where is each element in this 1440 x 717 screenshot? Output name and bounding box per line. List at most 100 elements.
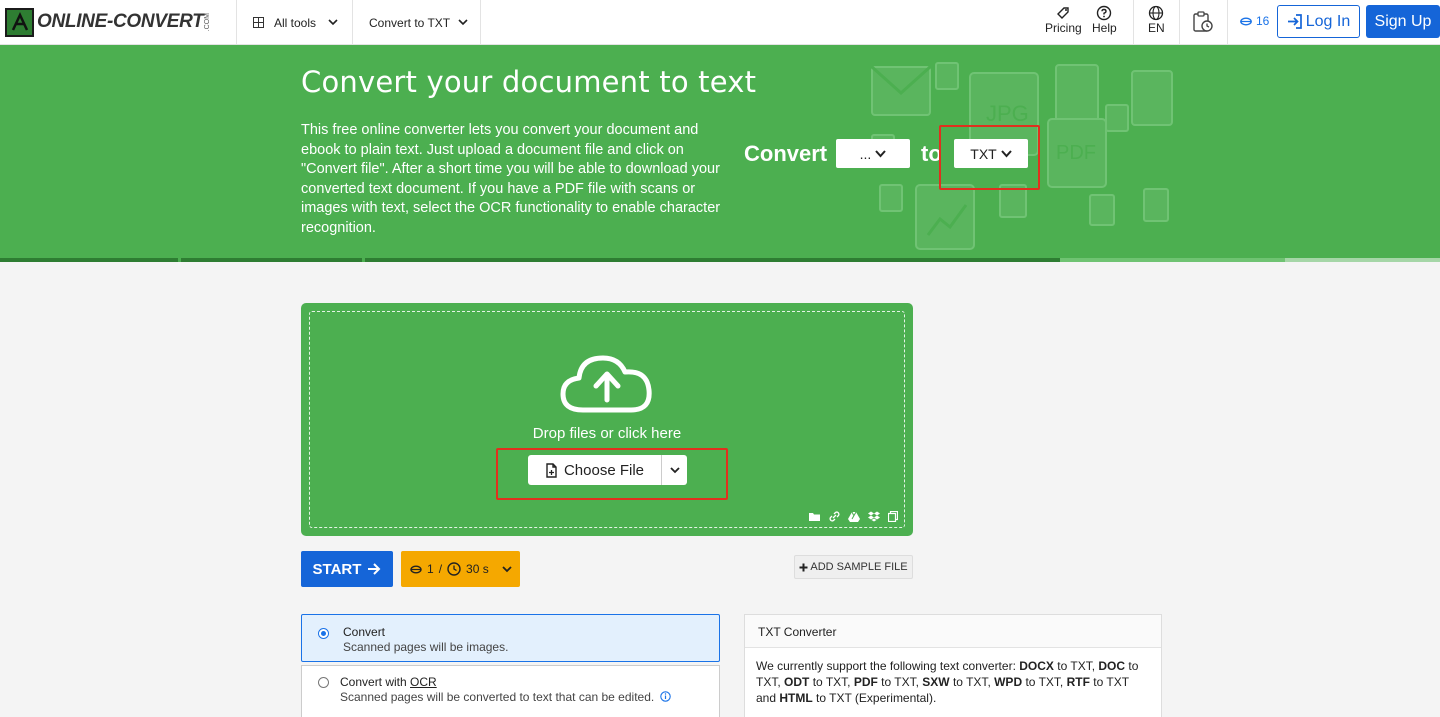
- signup-button[interactable]: Sign Up: [1366, 5, 1440, 38]
- login-icon: [1287, 14, 1302, 29]
- question-icon: [1097, 5, 1112, 21]
- pricing-link[interactable]: Pricing: [1045, 5, 1082, 35]
- nav-divider: [1227, 0, 1228, 45]
- credits-count: 16: [1256, 14, 1270, 28]
- option-convert-radio[interactable]: [318, 628, 329, 639]
- info-to-txt: to TXT: [1089, 675, 1129, 689]
- option-convert-ocr[interactable]: Convert with OCR Scanned pages will be c…: [301, 665, 720, 717]
- coin-icon: [1240, 17, 1252, 25]
- option-ocr-desc-text: Scanned pages will be converted to text …: [340, 690, 655, 704]
- logo-mark-icon: [5, 7, 34, 37]
- coin-icon: [410, 565, 422, 573]
- info-to-txt: to TXT: [949, 675, 988, 689]
- info-sep: ,: [1059, 675, 1067, 689]
- upload-dropzone[interactable]: Drop files or click here Choose File: [301, 303, 913, 536]
- dropbox-icon[interactable]: [868, 511, 880, 522]
- option-convert[interactable]: Convert Scanned pages will be images.: [301, 614, 720, 662]
- source-format-select[interactable]: ...: [836, 139, 910, 168]
- option-ocr-radio[interactable]: [318, 677, 329, 688]
- jpg-watermark: JPG: [986, 101, 1029, 126]
- pricing-label: Pricing: [1045, 21, 1082, 35]
- format-pdf: PDF: [853, 675, 878, 689]
- ocr-link[interactable]: OCR: [410, 675, 437, 689]
- hero-title: Convert your document to text: [301, 65, 757, 99]
- info-to-txt: to TXT: [1053, 659, 1092, 673]
- info-icon[interactable]: [659, 691, 671, 702]
- language-label: EN: [1148, 21, 1165, 35]
- credits-counter[interactable]: 16: [1240, 14, 1269, 28]
- logo-text: ONLINE-CONVERT: [37, 11, 204, 32]
- format-sxw: SXW: [922, 675, 950, 689]
- info-experimental: to TXT (Experimental).: [812, 691, 937, 705]
- hero-stripe: [0, 258, 1440, 262]
- grid-icon: [253, 17, 264, 28]
- nav-divider: [480, 0, 481, 45]
- login-button[interactable]: Log In: [1277, 5, 1360, 38]
- nav-divider: [236, 0, 237, 45]
- cost-time: 30 s: [466, 562, 489, 576]
- start-label: START: [312, 560, 362, 578]
- chevron-down-icon: [458, 19, 468, 26]
- logo[interactable]: ONLINE-CONVERT .COM: [5, 7, 211, 37]
- all-tools-label: All tools: [274, 15, 317, 30]
- signup-label: Sign Up: [1374, 12, 1432, 30]
- add-sample-file-button[interactable]: ADD SAMPLE FILE: [794, 555, 913, 579]
- info-to-txt: to TXT: [809, 675, 848, 689]
- format-docx: DOCX: [1019, 659, 1054, 673]
- cost-credits: 1: [427, 562, 434, 576]
- cost-separator: /: [438, 562, 443, 576]
- convert-to-menu[interactable]: Convert to TXT: [369, 0, 468, 45]
- nav-divider: [352, 0, 353, 45]
- login-label: Log In: [1305, 12, 1351, 30]
- target-format-highlight: [939, 125, 1040, 190]
- all-tools-menu[interactable]: All tools: [253, 0, 338, 45]
- nav-divider: [1179, 0, 1180, 45]
- format-odt: ODT: [784, 675, 810, 689]
- upload-source-icons: [808, 511, 898, 522]
- chevron-down-icon: [502, 565, 512, 572]
- google-drive-icon[interactable]: [848, 511, 860, 522]
- stripe-segment: [1060, 258, 1285, 262]
- info-panel-body: We currently support the following text …: [745, 648, 1161, 716]
- clipboard-icon[interactable]: [888, 511, 898, 522]
- arrow-right-icon: [368, 563, 381, 575]
- start-button[interactable]: START: [301, 551, 393, 587]
- nav-divider: [1133, 0, 1134, 45]
- option-ocr-title-prefix: Convert with: [340, 675, 411, 689]
- choose-file-highlight: [496, 448, 728, 500]
- help-label: Help: [1092, 21, 1117, 35]
- link-icon[interactable]: [829, 511, 840, 522]
- option-convert-title: Convert: [343, 625, 386, 639]
- top-navbar: ONLINE-CONVERT .COM All tools Convert to…: [0, 0, 1440, 45]
- cloud-upload-icon: [560, 355, 652, 413]
- hero-banner: JPG PDF Convert your document to text Th…: [0, 45, 1440, 262]
- stripe-segment: [1285, 258, 1440, 262]
- txt-converter-info-panel: TXT Converter We currently support the f…: [744, 614, 1162, 717]
- option-ocr-desc: Scanned pages will be converted to text …: [340, 690, 671, 704]
- convert-to-label: Convert to TXT: [369, 15, 451, 30]
- clipboard-clock-icon: [1193, 11, 1213, 32]
- folder-icon[interactable]: [808, 511, 821, 522]
- format-html: HTML: [779, 691, 813, 705]
- logo-suffix: .COM: [204, 12, 212, 32]
- add-sample-label: ADD SAMPLE FILE: [810, 561, 908, 573]
- format-rtf: RTF: [1066, 675, 1090, 689]
- chevron-down-icon: [875, 149, 887, 157]
- help-link[interactable]: Help: [1092, 5, 1117, 35]
- info-to-txt: to TXT: [877, 675, 916, 689]
- info-and: and: [756, 691, 780, 705]
- info-sep: ,: [777, 675, 785, 689]
- source-format-value: ...: [859, 145, 872, 162]
- hero-description: This free online converter lets you conv…: [301, 122, 721, 236]
- language-selector[interactable]: EN: [1148, 5, 1165, 35]
- stripe-notch: [178, 258, 181, 262]
- clock-icon: [447, 562, 461, 576]
- conversion-cost-badge[interactable]: 1 / 30 s: [401, 551, 520, 587]
- history-button[interactable]: [1192, 10, 1214, 34]
- plus-icon: [799, 563, 808, 571]
- format-wpd: WPD: [994, 675, 1023, 689]
- pdf-watermark: PDF: [1056, 142, 1096, 164]
- info-panel-title: TXT Converter: [745, 615, 1161, 648]
- option-convert-desc: Scanned pages will be images.: [343, 640, 509, 654]
- chevron-down-icon: [328, 19, 338, 26]
